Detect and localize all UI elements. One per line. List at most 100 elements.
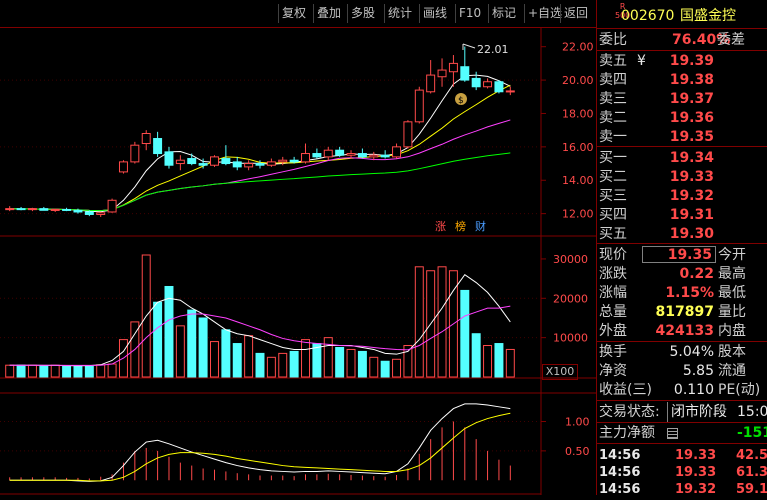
bid-row[interactable]: 买二 19.33 bbox=[597, 167, 767, 187]
candle-body bbox=[198, 163, 208, 166]
tick-row: 14:5619.3259.17 bbox=[599, 482, 767, 497]
ask-row[interactable]: 卖五 ¥19.39 bbox=[597, 51, 767, 71]
candle-body bbox=[187, 158, 197, 165]
volume-bar bbox=[96, 364, 106, 378]
candle-body bbox=[289, 159, 299, 163]
bid-price: 19.31 bbox=[669, 207, 714, 223]
bid-row[interactable]: 买五 19.30 bbox=[597, 224, 767, 244]
trade-status-row: 交易状态: 闭市阶段 15:00 bbox=[599, 402, 767, 422]
weibi-row: 委比 76.40% 委差 bbox=[599, 32, 745, 48]
volume-bar bbox=[84, 365, 94, 378]
bid-row[interactable]: 买三 19.32 bbox=[597, 186, 767, 206]
tag-cai[interactable]: 财 bbox=[473, 220, 488, 234]
volume-bar bbox=[73, 365, 83, 378]
volume-bar bbox=[5, 364, 15, 378]
candle-body bbox=[141, 133, 151, 145]
ask-row[interactable]: 卖三 19.37 bbox=[597, 89, 767, 109]
candle-body bbox=[107, 199, 117, 213]
price-tick-label: 18.00 bbox=[562, 107, 594, 120]
chart-area: 22.00 20.00 18.00 16.00 14.00 12.00 30000 20000… bbox=[0, 27, 596, 495]
candle-body bbox=[27, 208, 37, 211]
volume-bar bbox=[232, 343, 242, 378]
volume-bar bbox=[50, 364, 60, 378]
volume-tick-label: 10000 bbox=[553, 332, 588, 345]
ask-price: 19.38 bbox=[669, 72, 714, 88]
tag-bang[interactable]: 榜 bbox=[453, 220, 468, 234]
volume-bar bbox=[505, 348, 515, 378]
money-bag-icon[interactable]: $ bbox=[455, 93, 467, 106]
candle-body bbox=[73, 209, 83, 213]
pct-row: 涨幅 1.15% 最低 bbox=[599, 285, 746, 301]
candle-body bbox=[175, 159, 185, 165]
high-price-marker: 22.01 bbox=[462, 43, 509, 56]
candle-body bbox=[62, 208, 72, 211]
volume-bar bbox=[278, 352, 288, 378]
volume-bar bbox=[187, 309, 197, 378]
candle-body bbox=[437, 69, 447, 78]
macd-tick-label: 0.50 bbox=[565, 445, 590, 458]
macd-dea-line bbox=[9, 412, 511, 482]
bid-row[interactable]: 买一 19.34 bbox=[597, 148, 767, 168]
quote-panel: R 500 002670 国盛金控 委比 76.40% 委差 卖五 ¥19.39 卖四… bbox=[596, 0, 767, 497]
candle-body bbox=[153, 138, 163, 155]
candle-body bbox=[471, 77, 481, 88]
candle-body bbox=[39, 208, 49, 211]
volume-bar bbox=[369, 356, 379, 378]
tag-zhang[interactable]: 涨 bbox=[433, 220, 448, 234]
volume-ma5-line bbox=[9, 273, 511, 367]
volume-bar bbox=[198, 317, 208, 378]
volume-bar bbox=[62, 365, 72, 378]
volume-row: 总量 817897 量比 bbox=[599, 304, 746, 320]
candle-body bbox=[278, 159, 288, 163]
volume-bar bbox=[221, 329, 231, 378]
price-tick-label: 12.00 bbox=[562, 208, 594, 221]
volume-tick-label: 20000 bbox=[553, 292, 588, 305]
candle-body bbox=[130, 144, 140, 163]
price-tick-label: 20.00 bbox=[562, 74, 594, 87]
outer-row: 外盘 424133 内盘 bbox=[599, 323, 746, 339]
volume-tick-label: 30000 bbox=[553, 253, 588, 266]
candle-body bbox=[210, 156, 219, 166]
candle-body bbox=[392, 146, 402, 158]
candle-body bbox=[323, 149, 333, 158]
candle-body bbox=[312, 153, 322, 158]
volume-bar bbox=[39, 365, 49, 378]
volume-bar bbox=[210, 341, 219, 378]
ask-price: 19.36 bbox=[669, 110, 714, 126]
candle-body bbox=[369, 154, 379, 158]
volume-bar bbox=[312, 343, 322, 378]
stock-header: R 500 002670 国盛金控 bbox=[597, 2, 767, 26]
candle-body bbox=[483, 81, 493, 88]
volume-bar bbox=[107, 363, 117, 378]
volume-bar bbox=[323, 337, 333, 378]
volume-unit-badge[interactable]: X100 bbox=[542, 364, 578, 380]
volume-bar bbox=[301, 339, 310, 378]
main-flow-row[interactable]: 主力净额 -151. bbox=[597, 423, 767, 443]
volume-bar bbox=[244, 335, 254, 378]
volume-bar bbox=[16, 364, 26, 378]
candle-body bbox=[460, 66, 470, 81]
candle-body bbox=[494, 81, 504, 93]
candle-body bbox=[244, 163, 254, 168]
ask-row[interactable]: 卖二 19.36 bbox=[597, 108, 767, 128]
ma5-line bbox=[9, 74, 511, 213]
volume-bar bbox=[346, 348, 356, 378]
bid-price: 19.30 bbox=[669, 226, 714, 242]
bid-row[interactable]: 买四 19.31 bbox=[597, 205, 767, 225]
volume-bar bbox=[357, 350, 367, 378]
volume-bar bbox=[27, 364, 37, 378]
ask-price: 19.39 bbox=[669, 53, 714, 69]
candle-body bbox=[505, 90, 515, 93]
price-tick-label: 16.00 bbox=[562, 141, 594, 154]
stock-code: 002670 bbox=[621, 8, 675, 24]
ask-row[interactable]: 卖一 19.35 bbox=[597, 127, 767, 147]
candle-body bbox=[357, 153, 367, 158]
currency-mark: ¥ bbox=[637, 53, 646, 69]
macd-tick-label: 1.00 bbox=[565, 416, 590, 429]
candle-body bbox=[335, 149, 345, 156]
volume-bar bbox=[414, 266, 424, 378]
high-price-label: 22.01 bbox=[477, 43, 509, 56]
volume-bar bbox=[380, 360, 390, 378]
grid-icon[interactable] bbox=[667, 428, 678, 439]
ask-row[interactable]: 卖四 19.38 bbox=[597, 70, 767, 90]
